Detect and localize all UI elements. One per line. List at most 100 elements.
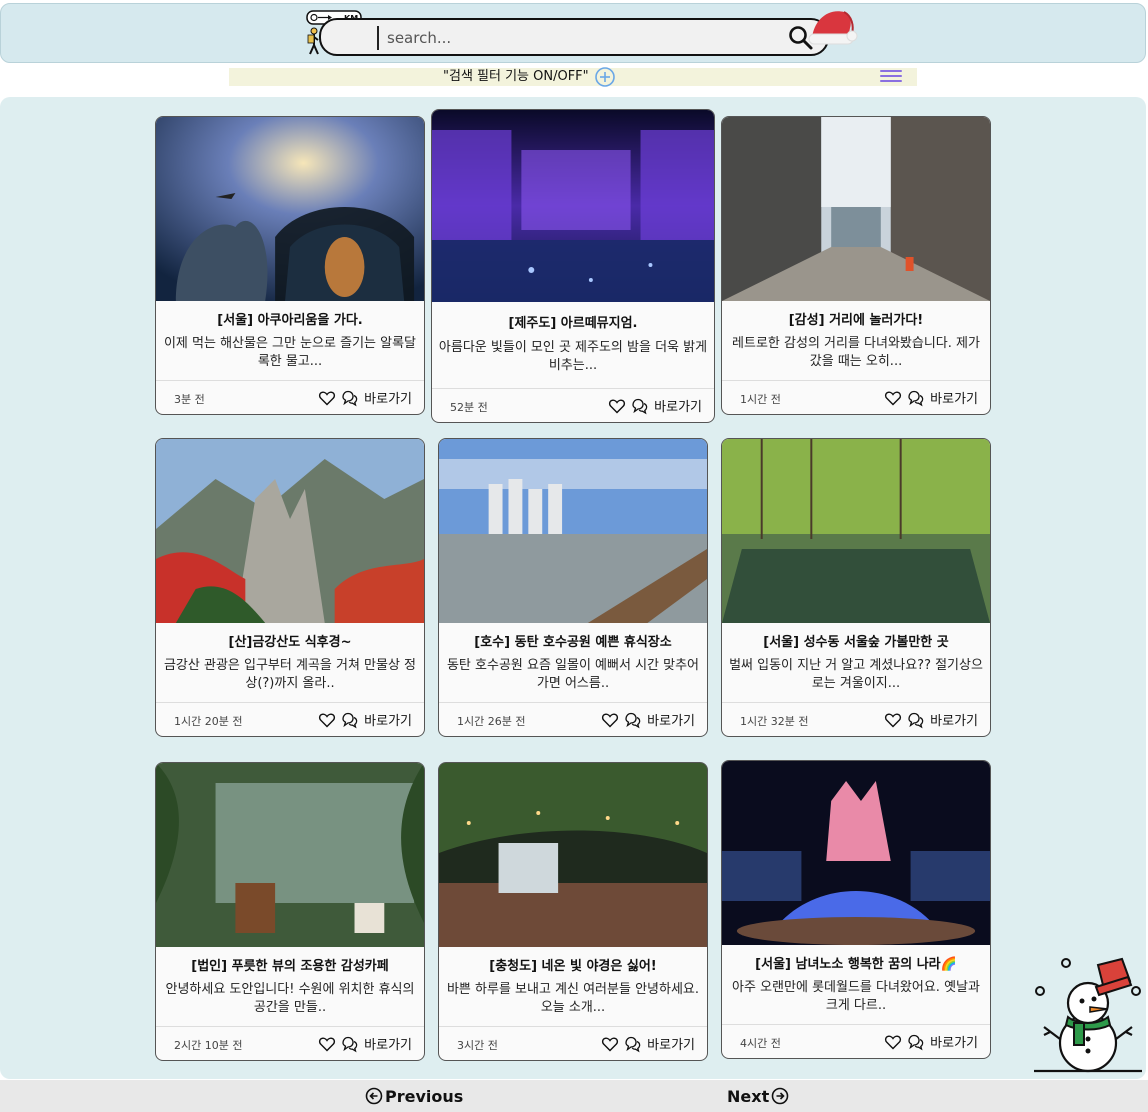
post-thumbnail[interactable]: [722, 761, 990, 945]
comment-icon[interactable]: [630, 397, 648, 415]
post-time: 1시간 26분 전: [457, 715, 526, 728]
arrow-right-circle-icon: [771, 1087, 789, 1105]
arrow-left-circle-icon: [365, 1087, 383, 1105]
comment-icon[interactable]: [906, 389, 924, 407]
heart-icon[interactable]: [318, 389, 336, 407]
comment-icon[interactable]: [340, 711, 358, 729]
post-excerpt: 레트로한 감성의 거리를 다녀와봤습니다. 제가 갔을 때는 오히...: [732, 336, 980, 369]
goto-link[interactable]: 바로가기: [364, 388, 412, 407]
comment-icon[interactable]: [340, 1035, 358, 1053]
heart-icon[interactable]: [884, 389, 902, 407]
post-title[interactable]: [감성] 거리에 놀러가다!: [726, 309, 986, 328]
comment-icon[interactable]: [623, 1035, 641, 1053]
post-excerpt: 벌써 입동이 지난 거 알고 계셨나요?? 절기상으로는 겨울이지...: [729, 658, 983, 691]
snowman-icon: [1034, 957, 1142, 1073]
card-footer: 1시간 32분 전 바로가기: [722, 702, 990, 736]
post-excerpt: 동탄 호수공원 요즘 일몰이 예뻐서 시간 맞추어가면 어스름..: [446, 658, 700, 691]
menu-line: [880, 70, 902, 72]
post-title[interactable]: [법인] 푸릇한 뷰의 조용한 감성카페: [160, 955, 420, 974]
post-card[interactable]: [서울] 성수동 서울숲 가볼만한 곳 벌써 입동이 지난 거 알고 계셨나요?…: [721, 438, 991, 737]
goto-link[interactable]: 바로가기: [647, 1034, 695, 1053]
card-footer: 1시간 26분 전 바로가기: [439, 702, 707, 736]
post-thumbnail[interactable]: [722, 117, 990, 301]
goto-link[interactable]: 바로가기: [930, 710, 978, 729]
post-title[interactable]: [충청도] 네온 빛 야경은 싫어!: [443, 955, 703, 974]
post-excerpt: 이제 먹는 해산물은 그만 눈으로 즐기는 알록달록한 물고...: [163, 336, 417, 369]
menu-line: [880, 75, 902, 77]
card-actions: 바로가기: [601, 1034, 695, 1053]
goto-link[interactable]: 바로가기: [364, 1034, 412, 1053]
filter-bar: "검색 필터 기능 ON/OFF": [229, 66, 917, 88]
card-footer: 2시간 10분 전 바로가기: [156, 1026, 424, 1060]
heart-icon[interactable]: [601, 1035, 619, 1053]
hamburger-menu-icon[interactable]: [880, 68, 902, 86]
post-thumbnail[interactable]: [432, 110, 714, 302]
post-title[interactable]: [서울] 아쿠아리움을 가다.: [160, 309, 420, 328]
header-bar: KM: [0, 3, 1146, 63]
post-title[interactable]: [서울] 남녀노소 행복한 꿈의 나라🌈: [726, 953, 986, 972]
post-card[interactable]: [산]금강산도 식후경~ 금강산 관광은 입구부터 계곡을 거쳐 만물상 정상(…: [155, 438, 425, 737]
filter-label: "검색 필터 기능 ON/OFF": [443, 69, 589, 84]
card-footer: 52분 전 바로가기: [432, 388, 714, 422]
post-title[interactable]: [산]금강산도 식후경~: [160, 631, 420, 650]
post-time: 4시간 전: [740, 1037, 781, 1050]
post-thumbnail[interactable]: [722, 439, 990, 623]
post-card[interactable]: [서울] 남녀노소 행복한 꿈의 나라🌈 아주 오랜만에 롯데월드를 다녀왔어요…: [721, 760, 991, 1059]
heart-icon[interactable]: [884, 711, 902, 729]
search-input[interactable]: [387, 24, 767, 52]
post-title[interactable]: [호수] 동탄 호수공원 예쁜 휴식장소: [443, 631, 703, 650]
post-thumbnail[interactable]: [156, 439, 424, 623]
comment-icon[interactable]: [906, 1033, 924, 1051]
post-thumbnail[interactable]: [439, 763, 707, 947]
heart-icon[interactable]: [608, 397, 626, 415]
post-time: 1시간 20분 전: [174, 715, 243, 728]
card-actions: 바로가기: [608, 396, 702, 415]
previous-button[interactable]: Previous: [365, 1084, 463, 1108]
post-time: 52분 전: [450, 401, 488, 414]
post-thumbnail[interactable]: [439, 439, 707, 623]
goto-link[interactable]: 바로가기: [647, 710, 695, 729]
plus-circle-icon[interactable]: [594, 66, 616, 88]
card-footer: 4시간 전 바로가기: [722, 1024, 990, 1058]
post-excerpt: 금강산 관광은 입구부터 계곡을 거쳐 만물상 정상(?)까지 올라..: [163, 658, 417, 691]
card-footer: 1시간 전 바로가기: [722, 380, 990, 414]
card-actions: 바로가기: [318, 1034, 412, 1053]
card-actions: 바로가기: [601, 710, 695, 729]
goto-link[interactable]: 바로가기: [364, 710, 412, 729]
post-excerpt: 아주 오랜만에 롯데월드를 다녀왔어요. 옛날과 크게 다르..: [732, 980, 980, 1013]
post-card[interactable]: [호수] 동탄 호수공원 예쁜 휴식장소 동탄 호수공원 요즘 일몰이 예뻐서 …: [438, 438, 708, 737]
post-excerpt: 안녕하세요 도안입니다! 수원에 위치한 휴식의 공간을 만들..: [165, 982, 415, 1015]
post-card[interactable]: [감성] 거리에 놀러가다! 레트로한 감성의 거리를 다녀와봤습니다. 제가 …: [721, 116, 991, 415]
post-time: 2시간 10분 전: [174, 1039, 243, 1052]
next-label: Next: [727, 1086, 770, 1106]
goto-link[interactable]: 바로가기: [930, 388, 978, 407]
menu-line: [880, 80, 902, 82]
heart-icon[interactable]: [601, 711, 619, 729]
post-excerpt: 아름다운 빛들이 모인 곳 제주도의 밤을 더욱 밝게 비추는...: [438, 340, 708, 373]
goto-link[interactable]: 바로가기: [930, 1032, 978, 1051]
post-time: 1시간 32분 전: [740, 715, 809, 728]
comment-icon[interactable]: [623, 711, 641, 729]
post-card[interactable]: [법인] 푸릇한 뷰의 조용한 감성카페 안녕하세요 도안입니다! 수원에 위치…: [155, 762, 425, 1061]
post-time: 1시간 전: [740, 393, 781, 406]
card-actions: 바로가기: [884, 388, 978, 407]
post-thumbnail[interactable]: [156, 763, 424, 947]
heart-icon[interactable]: [318, 1035, 336, 1053]
post-time: 3분 전: [174, 393, 205, 406]
post-thumbnail[interactable]: [156, 117, 424, 301]
search-box: [319, 18, 829, 56]
post-card[interactable]: [서울] 아쿠아리움을 가다. 이제 먹는 해산물은 그만 눈으로 즐기는 알록…: [155, 116, 425, 415]
heart-icon[interactable]: [884, 1033, 902, 1051]
card-actions: 바로가기: [318, 388, 412, 407]
post-card[interactable]: [제주도] 아르떼뮤지엄. 아름다운 빛들이 모인 곳 제주도의 밤을 더욱 밝…: [431, 109, 715, 423]
post-card[interactable]: [충청도] 네온 빛 야경은 싫어! 바쁜 하루를 보내고 계신 여러분들 안녕…: [438, 762, 708, 1061]
post-title[interactable]: [서울] 성수동 서울숲 가볼만한 곳: [726, 631, 986, 650]
santa-hat-icon: [808, 11, 858, 45]
next-button[interactable]: Next: [727, 1084, 789, 1108]
comment-icon[interactable]: [906, 711, 924, 729]
post-title[interactable]: [제주도] 아르떼뮤지엄.: [436, 312, 710, 331]
heart-icon[interactable]: [318, 711, 336, 729]
card-actions: 바로가기: [318, 710, 412, 729]
goto-link[interactable]: 바로가기: [654, 396, 702, 415]
comment-icon[interactable]: [340, 389, 358, 407]
